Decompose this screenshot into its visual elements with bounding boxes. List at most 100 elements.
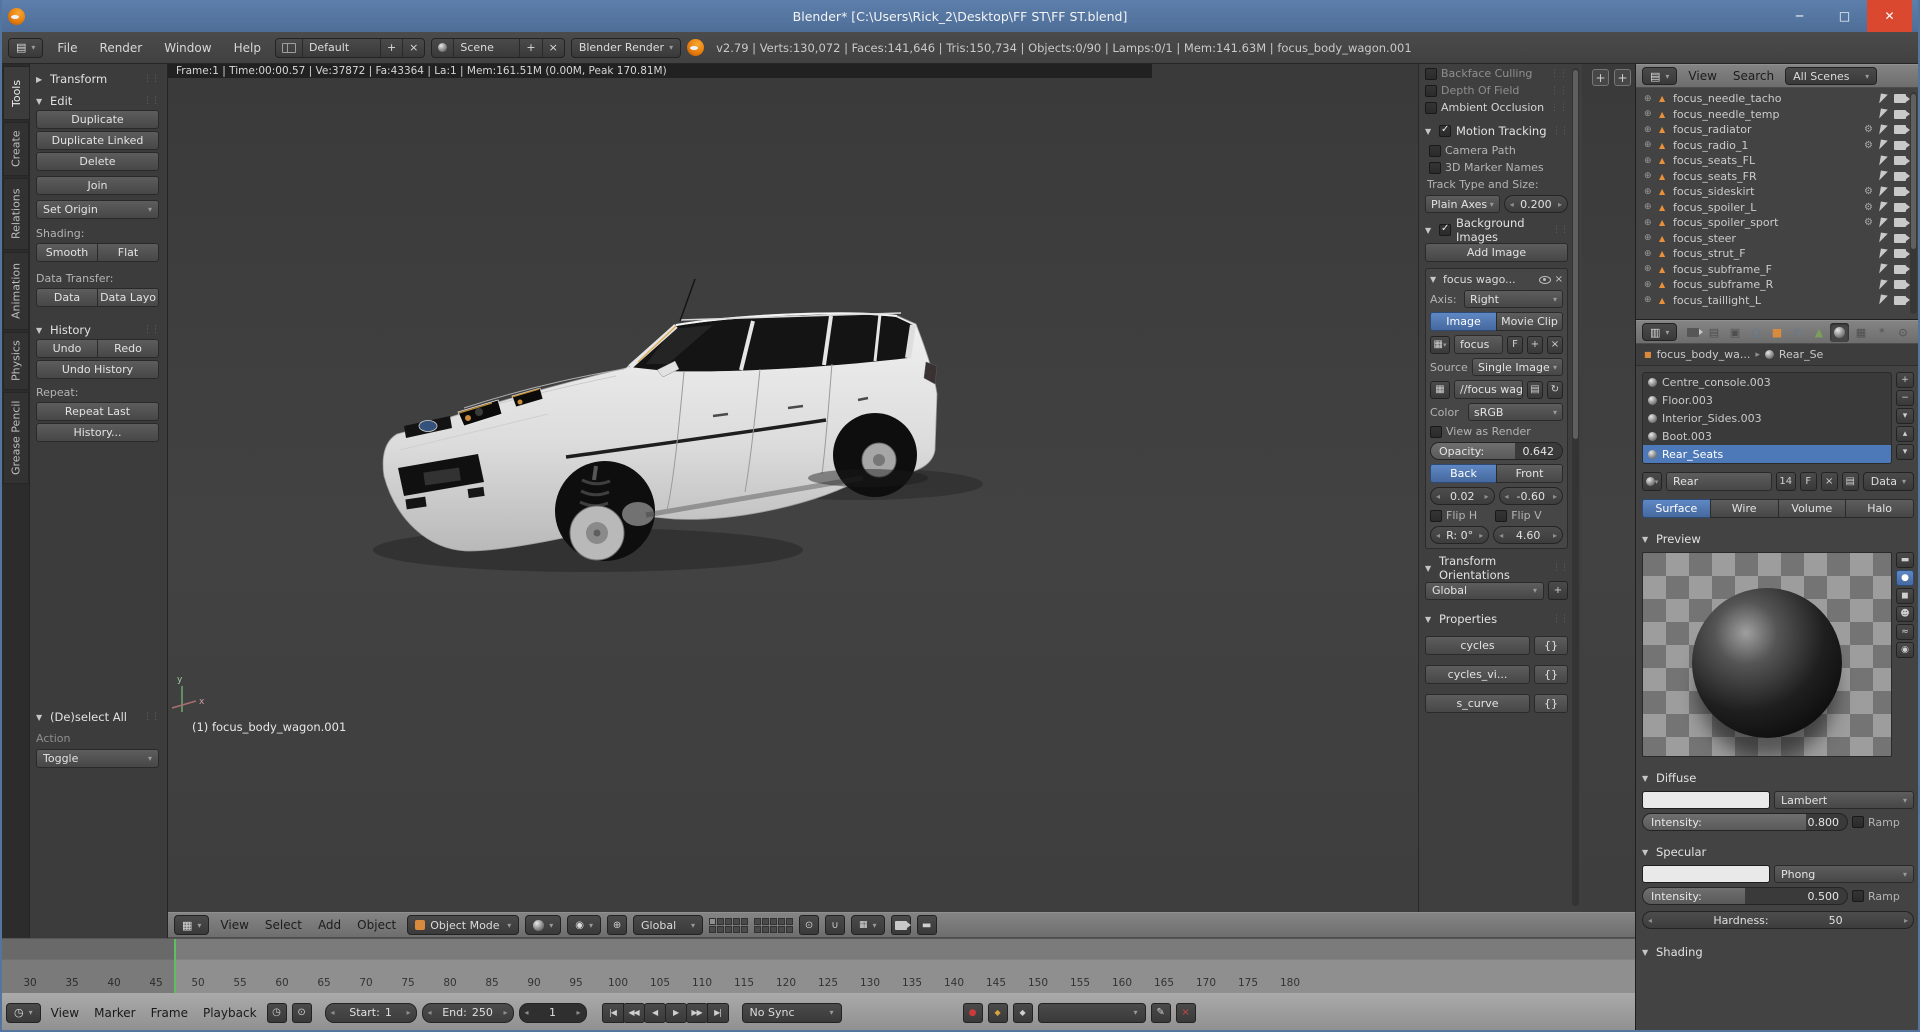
current-frame-indicator[interactable] [174,939,176,993]
panel-backface-culling[interactable]: Backface Culling⋮⋮ [1425,67,1568,80]
sync-dropdown[interactable]: No Sync▾ [742,1003,842,1023]
renderable-icon[interactable] [1894,141,1906,150]
flip-h-checkbox[interactable] [1430,510,1442,522]
outliner-row[interactable]: ⊕▲focus_spoiler_L⚙ [1636,200,1920,216]
decrement-arrow-icon[interactable]: ◂ [1648,916,1652,925]
outliner-row[interactable]: ⊕▲focus_subframe_R [1636,277,1920,293]
source-movie-tab[interactable]: Movie Clip [1496,312,1563,331]
expand-icon[interactable]: ⊕ [1644,233,1655,243]
remove-slot-button[interactable]: − [1896,390,1914,406]
offset-y-field[interactable]: ◂-0.60▸ [1499,487,1564,505]
source-image-tab[interactable]: Image [1430,312,1497,331]
expand-icon[interactable]: ⊕ [1644,249,1655,259]
expand-icon[interactable]: ⊕ [1644,264,1655,274]
decrement-arrow-icon[interactable]: ◂ [1510,200,1514,209]
redo-button[interactable]: Redo [97,339,159,358]
material-slot-selected[interactable]: Rear_Seats [1643,445,1891,463]
marker-names-checkbox[interactable] [1429,162,1441,174]
display-scope-dropdown[interactable]: All Scenes▾ [1785,67,1877,85]
source-dropdown[interactable]: Single Image▾ [1472,358,1563,376]
outliner-row[interactable]: ⊕▲focus_needle_tacho [1636,91,1920,107]
set-origin-dropdown[interactable]: Set Origin▾ [36,200,159,219]
renderable-icon[interactable] [1894,172,1906,181]
shade-flat-button[interactable]: Flat [97,243,159,262]
undo-history-button[interactable]: Undo History [36,360,159,379]
specular-ramp-checkbox[interactable] [1852,890,1864,902]
slot-move-down-button[interactable]: ▾ [1896,444,1914,460]
context-scene-icon[interactable]: ▣ [1725,323,1744,342]
panel-edit[interactable]: ▼Edit⋮⋮ [36,92,159,110]
renderable-icon[interactable] [1894,94,1906,103]
opacity-slider[interactable]: Opacity: 0.642 [1430,442,1563,460]
object-name[interactable]: focus_subframe_F [1673,263,1772,276]
outliner-scrollbar[interactable] [1910,92,1917,314]
preview-cube-button[interactable]: ◼ [1896,588,1914,604]
panel-preview[interactable]: ▼Preview [1642,530,1914,548]
object-name[interactable]: focus_seats_FL [1673,154,1755,167]
opengl-render-button[interactable] [891,915,911,935]
selectable-icon[interactable] [1879,140,1888,151]
expand-icon[interactable]: ⊕ [1644,125,1655,135]
increment-arrow-icon[interactable]: ▸ [504,1008,508,1017]
layout-value[interactable]: Default [302,39,380,57]
renderable-icon[interactable] [1894,218,1906,227]
shading-dropdown[interactable]: ▾ [525,915,561,935]
specular-shader-dropdown[interactable]: Phong▾ [1774,865,1914,883]
increment-arrow-icon[interactable]: ▸ [577,1008,581,1017]
image-item-header[interactable]: ▼ focus wago... × [1430,273,1563,286]
tab-create[interactable]: Create [3,122,29,176]
menu-render[interactable]: Render [92,41,151,55]
expand-icon[interactable]: ⊕ [1644,94,1655,104]
breadcrumb-material[interactable]: Rear_Se [1779,348,1823,361]
preview-hair-button[interactable]: ≈ [1896,624,1914,640]
expand-icon[interactable]: ⊕ [1644,218,1655,228]
snap-element-dropdown[interactable]: ▦▾ [851,915,885,935]
type-halo-tab[interactable]: Halo [1845,499,1914,518]
insert-keyframe-button[interactable]: ✎ [1151,1003,1171,1023]
browse-material-dropdown[interactable]: ▾ [1642,472,1662,491]
tab-grease-pencil[interactable]: Grease Pencil [3,392,29,484]
decrement-arrow-icon[interactable]: ◂ [1505,492,1509,501]
decrement-arrow-icon[interactable]: ◂ [1499,531,1503,540]
selectable-icon[interactable] [1879,155,1888,166]
add-orientation-button[interactable]: + [1548,581,1568,600]
tab-relations[interactable]: Relations [3,178,29,250]
timeline-ruler[interactable]: 30 35 40 45 50 55 60 65 70 75 80 85 90 9… [0,959,1635,993]
decrement-arrow-icon[interactable]: ◂ [331,1008,335,1017]
outliner-row[interactable]: ⊕▲focus_strut_F [1636,246,1920,262]
object-name[interactable]: focus_needle_temp [1673,108,1779,121]
material-name-field[interactable]: Rear [1666,472,1772,491]
preview-world-button[interactable]: ◉ [1896,642,1914,658]
keyframe-icon-button[interactable]: ◆ [988,1003,1008,1023]
menu-playback[interactable]: Playback [198,1006,262,1020]
repeat-history-button[interactable]: History... [36,423,159,442]
panel-transform[interactable]: ▶Transform⋮⋮ [36,70,159,88]
panel-ambient-occlusion[interactable]: Ambient Occlusion⋮⋮ [1425,101,1568,114]
object-name[interactable]: focus_sideskirt [1673,185,1754,198]
menu-search[interactable]: Search [1728,69,1779,83]
renderable-icon[interactable] [1894,203,1906,212]
selectable-icon[interactable] [1879,264,1888,275]
object-name[interactable]: focus_steer [1673,232,1736,245]
diffuse-ramp-checkbox[interactable] [1852,816,1864,828]
increment-arrow-icon[interactable]: ▸ [1479,531,1483,540]
size-field[interactable]: ◂4.60▸ [1493,526,1563,544]
panel-dof[interactable]: Depth Of Field⋮⋮ [1425,84,1568,97]
material-slot[interactable]: Centre_console.003 [1643,373,1891,391]
add-image-button[interactable]: Add Image [1425,243,1568,262]
context-physics-icon[interactable]: ⊙ [1893,323,1912,342]
opengl-animation-button[interactable]: ▬ [917,915,937,935]
ao-checkbox[interactable] [1425,102,1437,114]
renderable-icon[interactable] [1894,125,1906,134]
menu-view[interactable]: View [1683,69,1721,83]
delete-button[interactable]: Delete [36,152,159,171]
view-as-render-checkbox[interactable] [1430,426,1442,438]
expand-region-button[interactable]: + [1592,69,1609,86]
dof-checkbox[interactable] [1425,85,1437,97]
keying-filter-icon[interactable]: ⊙ [292,1003,312,1023]
outliner-row[interactable]: ⊕▲focus_spoiler_sport⚙ [1636,215,1920,231]
editor-type-button[interactable]: ▤▾ [1642,67,1677,85]
image-browse-dropdown[interactable]: ▦▾ [1430,336,1450,354]
panel-deselect-all[interactable]: ▼(De)select All⋮⋮ [36,708,159,726]
increment-arrow-icon[interactable]: ▸ [1558,200,1562,209]
